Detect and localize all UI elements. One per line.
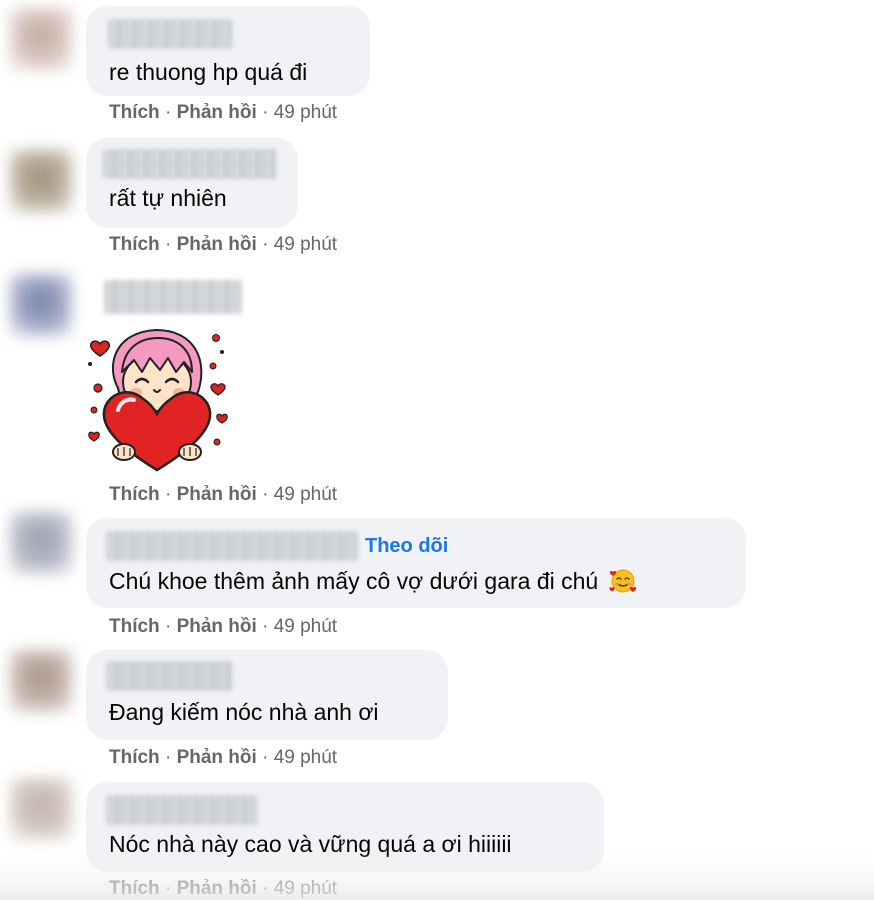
avatar[interactable]: [10, 778, 72, 840]
comment-text: Nóc nhà này cao và vững quá a ơi hiiiiii: [109, 831, 512, 857]
commenter-name-blurred[interactable]: [106, 661, 232, 691]
comment-text: Đang kiếm nóc nhà anh ơi: [109, 699, 379, 725]
comment-text: Chú khoe thêm ảnh mấy cô vợ dưới gara đi…: [109, 566, 637, 595]
comment-actions: Thích · Phản hồi · 49 phút: [109, 747, 337, 769]
separator: ·: [159, 878, 177, 899]
smiling-face-with-hearts-icon: [609, 569, 636, 593]
comment-actions: Thích · Phản hồi · 49 phút: [109, 878, 337, 900]
timestamp[interactable]: 49 phút: [274, 747, 337, 768]
separator: ·: [159, 747, 177, 768]
commenter-name-blurred[interactable]: [103, 149, 276, 179]
comment-text-content: Chú khoe thêm ảnh mấy cô vợ dưới gara đi…: [109, 568, 599, 594]
separator: ·: [256, 878, 274, 899]
avatar[interactable]: [10, 8, 72, 70]
comment-bubble: rất tự nhiên: [86, 138, 298, 228]
commenter-name-blurred[interactable]: [106, 531, 358, 561]
separator: ·: [256, 102, 274, 123]
comment-bubble: Theo dõi Chú khoe thêm ảnh mấy cô vợ dướ…: [86, 518, 746, 608]
reply-link[interactable]: Phản hồi: [177, 234, 257, 255]
timestamp[interactable]: 49 phút: [274, 484, 337, 505]
comment-text: rất tự nhiên: [109, 185, 227, 211]
small-heart-icon: [210, 383, 226, 396]
separator: ·: [256, 234, 274, 255]
commenter-name-blurred[interactable]: [108, 19, 232, 49]
comment-actions: Thích · Phản hồi · 49 phút: [109, 102, 337, 124]
avatar[interactable]: [10, 650, 72, 712]
separator: ·: [159, 484, 177, 505]
reply-link[interactable]: Phản hồi: [177, 878, 257, 899]
comment-bubble: re thuong hp quá đi: [86, 6, 370, 96]
timestamp[interactable]: 49 phút: [274, 102, 337, 123]
avatar[interactable]: [10, 512, 72, 574]
comment-actions: Thích · Phản hồi · 49 phút: [109, 234, 337, 256]
comment-bubble: Nóc nhà này cao và vững quá a ơi hiiiiii: [86, 782, 604, 872]
timestamp[interactable]: 49 phút: [274, 616, 337, 637]
separator: ·: [256, 616, 274, 637]
comment-bubble: Đang kiếm nóc nhà anh ơi: [86, 650, 448, 740]
like-link[interactable]: Thích: [109, 234, 160, 255]
small-heart-icon: [216, 413, 228, 424]
avatar[interactable]: [10, 150, 72, 212]
commenter-name-blurred[interactable]: [106, 795, 258, 825]
like-link[interactable]: Thích: [109, 616, 160, 637]
small-heart-icon: [89, 340, 111, 357]
like-link[interactable]: Thích: [109, 878, 160, 899]
separator: ·: [159, 234, 177, 255]
small-heart-icon: [88, 431, 100, 442]
separator: ·: [159, 102, 177, 123]
commenter-name-blurred[interactable]: [104, 280, 242, 314]
reply-link[interactable]: Phản hồi: [177, 484, 257, 505]
comment-actions: Thích · Phản hồi · 49 phút: [109, 616, 337, 638]
comment-actions: Thích · Phản hồi · 49 phút: [109, 484, 337, 506]
like-link[interactable]: Thích: [109, 484, 160, 505]
avatar[interactable]: [10, 274, 72, 336]
sticker[interactable]: [84, 326, 230, 472]
reply-link[interactable]: Phản hồi: [177, 102, 257, 123]
like-link[interactable]: Thích: [109, 102, 160, 123]
separator: ·: [159, 616, 177, 637]
like-link[interactable]: Thích: [109, 747, 160, 768]
separator: ·: [256, 747, 274, 768]
comment-text: re thuong hp quá đi: [109, 59, 308, 85]
reply-link[interactable]: Phản hồi: [177, 747, 257, 768]
timestamp[interactable]: 49 phút: [274, 234, 337, 255]
timestamp[interactable]: 49 phút: [274, 878, 337, 899]
reply-link[interactable]: Phản hồi: [177, 616, 257, 637]
follow-link[interactable]: Theo dõi: [365, 535, 448, 558]
separator: ·: [256, 484, 274, 505]
